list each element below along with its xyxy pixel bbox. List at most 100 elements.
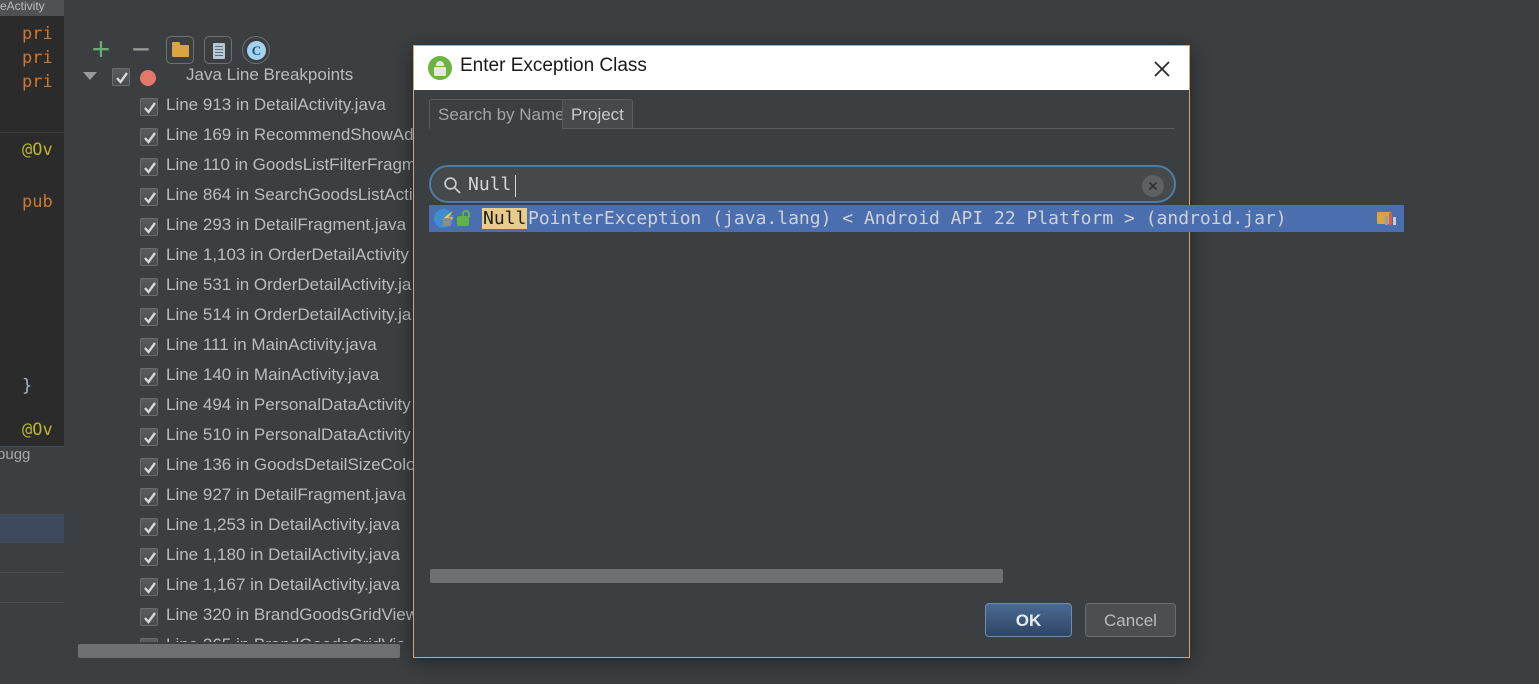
results-hscroll-track[interactable] [429,567,1176,585]
list-item-label: Line 111 in MainActivity.java [166,335,377,354]
code-line: } [22,376,33,396]
code-line: pri [22,24,53,44]
list-item[interactable]: Line 293 in DetailFragment.java [76,212,420,242]
dialog-title: Enter Exception Class [460,55,647,76]
checkbox[interactable] [140,428,158,446]
list-item[interactable]: Line 111 in MainActivity.java [76,332,420,362]
folder-icon [172,42,189,57]
list-item-label: Line 140 in MainActivity.java [166,365,380,384]
list-item[interactable]: Line 531 in OrderDetailActivity.ja [76,272,420,302]
list-item-label: Line 320 in BrandGoodsGridView [166,605,419,624]
clear-icon[interactable] [1142,175,1164,197]
list-item-label: Line 864 in SearchGoodsListActi [166,185,413,204]
group-by-class-button[interactable]: C [242,36,270,64]
checkbox[interactable] [140,218,158,236]
list-item-label: Line 136 in GoodsDetailSizeColo [166,455,416,474]
chevron-down-icon[interactable] [83,72,97,80]
code-line: @Ov [22,420,53,440]
list-item-label: Line 169 in RecommendShowAd [166,125,414,144]
breakpoints-hscroll-track[interactable] [76,642,420,660]
dialog-titlebar[interactable]: Enter Exception Class [414,46,1189,90]
tree-root-label: Java Line Breakpoints [186,65,354,84]
checkbox[interactable] [140,98,158,116]
list-item[interactable]: Line 510 in PersonalDataActivity [76,422,420,452]
list-item-label: Line 265 in BrandGoodsGridVie [166,635,406,642]
checkbox[interactable] [140,338,158,356]
list-item-label: Line 293 in DetailFragment.java [166,215,407,234]
results-list[interactable] [429,207,1176,605]
list-item[interactable]: Line 320 in BrandGoodsGridView [76,602,420,632]
list-item[interactable]: Line 1,167 in DetailActivity.java [76,572,420,602]
list-item[interactable]: Line 169 in RecommendShowAd [76,122,420,152]
list-item[interactable]: Line 136 in GoodsDetailSizeColo [76,452,420,482]
checkbox[interactable] [140,188,158,206]
checkbox[interactable] [140,398,158,416]
tab-search-by-name[interactable]: Search by Name [429,99,574,129]
dialog-button-bar: OK Cancel [414,594,1189,658]
list-item-label: Line 1,253 in DetailActivity.java [166,515,401,534]
list-item-label: Line 1,180 in DetailActivity.java [166,545,401,564]
code-line: pri [22,72,53,92]
checkbox[interactable] [112,68,130,86]
search-icon [443,176,462,195]
checkbox[interactable] [140,548,158,566]
result-row[interactable]: ⚡ Null PointerException (java.lang) < An… [429,205,1404,232]
library-jar-icon [1377,210,1396,227]
document-icon [213,43,225,59]
result-match-highlight: Null [482,208,528,229]
tree-root-row[interactable]: Java Line Breakpoints [76,62,420,92]
list-item[interactable]: Line 110 in GoodsListFilterFragm [76,152,420,182]
checkbox[interactable] [140,518,158,536]
dialog-tabs: Search by Name Project [429,99,1175,129]
cancel-button[interactable]: Cancel [1085,603,1176,637]
list-item[interactable]: Line 1,180 in DetailActivity.java [76,542,420,572]
group-by-folder-button[interactable] [166,36,194,64]
result-label: PointerException (java.lang) < Android A… [528,208,1287,229]
checkbox[interactable] [140,308,158,326]
tab-project[interactable]: Project [562,99,633,129]
list-item-label: Line 913 in DetailActivity.java [166,95,386,114]
breakpoint-dot-icon [140,70,156,86]
checkbox[interactable] [140,608,158,626]
results-hscroll-thumb[interactable] [430,569,1003,583]
list-item-label: Line 531 in OrderDetailActivity.ja [166,275,412,294]
code-line: pub [22,192,53,212]
list-item-label: Line 494 in PersonalDataActivity [166,395,411,414]
debugger-panel-label: id Debugg [0,446,31,463]
list-item[interactable]: Line 140 in MainActivity.java [76,362,420,392]
search-caret [515,175,516,197]
checkbox[interactable] [140,278,158,296]
screen: eActivity pri pri pri @Ov pub } @Ov id D… [0,0,1539,684]
breakpoints-toolbar: + − C [76,12,406,65]
group-by-file-button[interactable] [204,36,232,64]
breakpoints-hscroll-thumb[interactable] [78,644,400,658]
ok-button[interactable]: OK [985,603,1072,637]
list-item[interactable]: Line 514 in OrderDetailActivity.ja [76,302,420,332]
checkbox[interactable] [140,578,158,596]
list-item[interactable]: Line 913 in DetailActivity.java [76,92,420,122]
list-item-label: Line 110 in GoodsListFilterFragm [166,155,417,174]
checkbox[interactable] [140,368,158,386]
list-item[interactable]: Line 265 in BrandGoodsGridVie [76,632,420,642]
list-item[interactable]: Line 927 in DetailFragment.java [76,482,420,512]
class-icon: C [247,41,266,60]
checkbox[interactable] [140,488,158,506]
list-item[interactable]: Line 864 in SearchGoodsListActi [76,182,420,212]
list-item[interactable]: Line 494 in PersonalDataActivity [76,392,420,422]
list-item-label: Line 510 in PersonalDataActivity [166,425,411,444]
checkbox[interactable] [140,248,158,266]
code-line: pri [22,48,53,68]
list-item-label: Line 514 in OrderDetailActivity.ja [166,305,412,324]
checkbox[interactable] [140,158,158,176]
list-item-label: Line 1,167 in DetailActivity.java [166,575,401,594]
editor-tab-label[interactable]: eActivity [0,0,45,13]
checkbox[interactable] [140,458,158,476]
exception-class-icon: ⚡ [434,209,456,228]
enter-exception-class-dialog: Enter Exception Class Search by Name Pro… [413,45,1190,658]
breakpoints-tree[interactable]: Java Line Breakpoints Line 913 in Detail… [76,62,420,642]
checkbox[interactable] [140,128,158,146]
search-input[interactable]: Null [429,165,1176,203]
close-icon[interactable] [1149,56,1175,82]
list-item[interactable]: Line 1,103 in OrderDetailActivity [76,242,420,272]
list-item[interactable]: Line 1,253 in DetailActivity.java [76,512,420,542]
